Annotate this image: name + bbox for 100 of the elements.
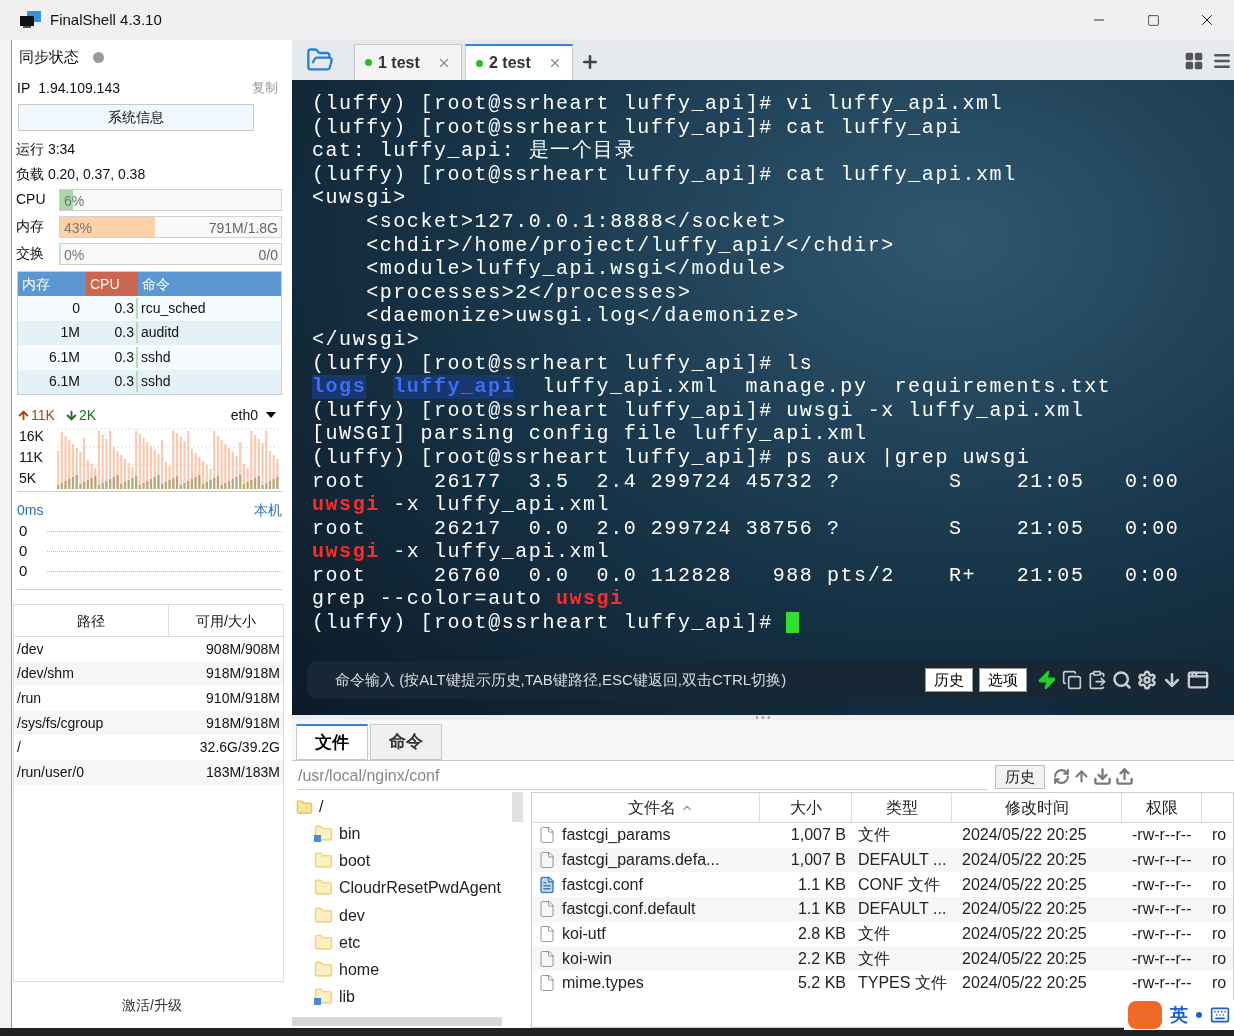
column-header[interactable]: 文件名	[562, 793, 760, 822]
refresh-icon[interactable]	[1053, 768, 1070, 785]
copy-icon[interactable]	[1062, 670, 1082, 690]
terminal-line: grep --color=auto uwsgi	[312, 587, 625, 612]
table-cell-text: 6.1M	[47, 372, 81, 392]
add-tab-icon[interactable]	[580, 52, 600, 72]
column-header[interactable]: 类型	[852, 793, 952, 822]
file-icon	[538, 974, 556, 993]
vertical-scrollbar[interactable]	[512, 792, 523, 822]
tree-item[interactable]: etc	[339, 930, 361, 955]
terminal-line: (luffy) [root@ssrheart luffy_api]# vi luffy_api.xml	[312, 92, 1005, 116]
command-input-field[interactable]: 命令输入 (按ALT键提示历史,TAB键路径,ESC键返回,双击CTRL切换) 历史 选项	[307, 661, 1219, 699]
tree-item[interactable]: dev	[339, 903, 365, 928]
toolbar-button[interactable]: 选项	[979, 668, 1027, 692]
file-row[interactable]: koi-win 2.2 KB 文件 2024/05/22 20:25 -rw-r--r-- ro	[532, 946, 1233, 972]
sync-status-label: 同步状态	[19, 46, 79, 67]
download-icon[interactable]	[1093, 767, 1112, 786]
table-cell: 0.3	[86, 371, 138, 393]
upload-speed: 11K	[31, 405, 55, 425]
column-label: 权限	[1145, 797, 1178, 818]
tree-item[interactable]: CloudrResetPwdAgent	[339, 876, 501, 901]
table-cell-text: /run	[16, 689, 43, 708]
ping-latency: 0ms	[17, 501, 44, 520]
download-speed: 2K	[78, 405, 96, 425]
session-tab[interactable]: 1 test	[354, 44, 462, 80]
paste-icon[interactable]	[1087, 670, 1107, 690]
meter-percent: 43%	[64, 218, 93, 238]
table-cell-text: 908M/908M	[206, 639, 281, 659]
uptime-text: 运行 3:34	[16, 140, 77, 159]
history-button[interactable]: 历史	[995, 764, 1045, 789]
file-row[interactable]: fastcgi.conf.default 1.1 KB DEFAULT ... 2024/05/22 20:25 -rw-r--r-- ro	[532, 897, 1233, 922]
search-icon[interactable]	[1112, 670, 1132, 690]
terminal-line: <daemonize>uwsgi.log</daemonize>	[365, 304, 801, 328]
terminal-line: (luffy) [root@ssrheart luffy_api]# cat luffy_api.xml	[312, 162, 1018, 187]
file-icon	[538, 949, 556, 968]
table-cell-text: 0	[71, 298, 81, 318]
meter-percent: 0%	[64, 245, 85, 265]
interface-selector[interactable]: eth0	[230, 404, 276, 426]
lightning-icon[interactable]	[1037, 670, 1057, 690]
file-row[interactable]: fastcgi_params.defa... 1,007 B DEFAULT ... 2024/05/22 20:25 -rw-r--r-- ro	[532, 847, 1233, 873]
grid-icon[interactable]	[1184, 51, 1204, 71]
window-icon[interactable]	[1187, 669, 1209, 691]
tab-label: 2 test	[489, 53, 531, 73]
app-logo-icon	[20, 11, 42, 29]
folder-icon	[314, 850, 333, 870]
panel-tab[interactable]: 命令	[370, 724, 442, 760]
menu-icon[interactable]	[1212, 51, 1232, 71]
folder-icon	[296, 798, 313, 816]
table-cell-text: /run/user/0	[16, 762, 85, 782]
tree-item[interactable]: /	[296, 794, 525, 820]
terminal-line: root 26217 0.0 2.0 299724 38756 ? S 21:05 0:00	[312, 516, 1181, 541]
horizontal-scrollbar[interactable]	[292, 1017, 502, 1026]
terminal-line: <processes>2</processes>	[365, 280, 693, 305]
table-cell-text: 183M/183M	[206, 762, 281, 782]
tab-label: 1 test	[378, 52, 420, 73]
terminal-line: (luffy) [root@ssrheart luffy_api]# ls	[312, 351, 815, 376]
folder-icon	[314, 960, 333, 980]
terminal-line: </uwsgi>	[312, 327, 422, 352]
table-cell-text: /dev	[16, 639, 45, 659]
arrow-down-icon[interactable]	[1162, 670, 1182, 690]
window-title: FinalShell 4.3.10	[50, 9, 162, 30]
terminal-line: <module>luffy_api.wsgi</module>	[365, 257, 788, 281]
activate-upgrade-link[interactable]: 激活/升级	[12, 982, 292, 1028]
column-header[interactable]: 修改时间	[952, 793, 1122, 822]
table-cell: 0.3	[86, 346, 138, 368]
grip-icon[interactable]	[755, 716, 771, 719]
column-header[interactable]: CPU	[86, 272, 138, 296]
ime-toolbar[interactable]: 英	[1124, 1000, 1234, 1030]
tree-item[interactable]: boot	[339, 848, 371, 873]
ping-value: 0	[18, 540, 29, 561]
tree-item[interactable]: home	[339, 958, 380, 983]
file-icon	[538, 925, 556, 944]
table-cell-text: 1M	[59, 323, 81, 343]
axis-label: 11K	[19, 448, 44, 466]
panel-tab[interactable]: 文件	[296, 724, 368, 760]
table-cell: 0.3	[86, 297, 138, 319]
column-header[interactable]: 大小	[760, 793, 852, 822]
column-header[interactable]: 路径	[14, 605, 169, 636]
tree-item[interactable]: lib	[339, 985, 355, 1010]
table-cell-text: 910M/918M	[206, 689, 281, 708]
settings-icon[interactable]	[1137, 670, 1157, 690]
column-header[interactable]: 可用/大小	[169, 605, 283, 636]
maximize-icon[interactable]	[1146, 13, 1160, 27]
file-icon	[538, 851, 556, 870]
path-field[interactable]: /usr/local/nginx/conf	[298, 763, 987, 790]
punctuation-icon	[1196, 1012, 1202, 1018]
tree-item[interactable]: bin	[339, 821, 361, 846]
table-cell-text: auditd	[140, 323, 181, 343]
column-header[interactable]: 权限	[1122, 793, 1202, 822]
column-label: 大小	[789, 797, 822, 818]
config-file-icon	[538, 875, 556, 894]
column-label: 类型	[885, 797, 918, 818]
toolbar-button[interactable]: 历史	[925, 668, 973, 692]
system-info-button[interactable]: 系统信息	[18, 104, 254, 131]
meter-label: 交换	[16, 244, 45, 263]
terminal-line: cat: luffy_api: 是一个目录	[312, 139, 638, 163]
terminal-line: uwsgi -x luffy_api.xml	[312, 540, 612, 564]
table-cell-text: 918M/918M	[206, 664, 281, 684]
session-tab[interactable]: 2 test	[465, 44, 573, 80]
upload-icon[interactable]	[1115, 767, 1134, 786]
